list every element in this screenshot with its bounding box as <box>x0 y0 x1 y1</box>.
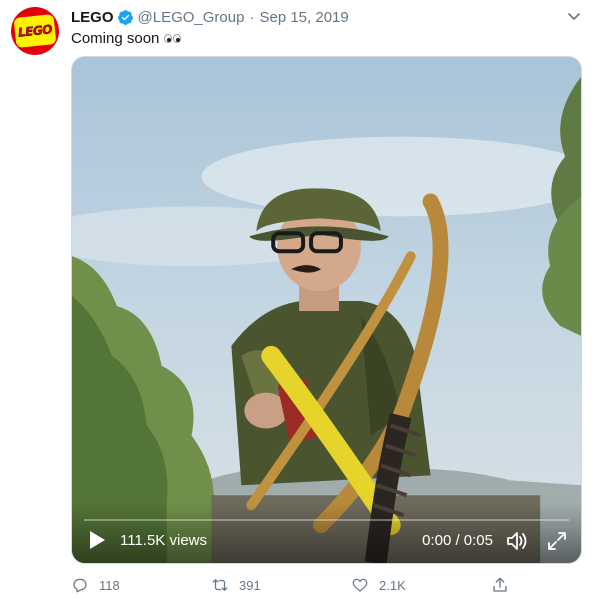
like-button[interactable]: 2.1K <box>351 574 451 596</box>
share-icon <box>493 577 507 592</box>
play-icon[interactable] <box>88 530 106 550</box>
avatar[interactable]: LEGO <box>11 7 59 55</box>
tweet-text: Coming soon <box>71 30 182 47</box>
author-handle[interactable]: @LEGO_Group <box>138 9 245 26</box>
reply-count: 118 <box>99 577 120 593</box>
reply-button[interactable]: 118 <box>71 574 171 596</box>
video-frame <box>72 57 581 563</box>
lego-logo-text: LEGO <box>17 22 53 40</box>
video-progress-bar[interactable] <box>84 519 569 521</box>
tweet-actions: 118 391 2.1K <box>71 574 511 596</box>
retweet-button[interactable]: 391 <box>211 574 311 596</box>
reply-icon <box>73 578 87 593</box>
view-count: 111.5K views <box>120 532 207 549</box>
tweet-date[interactable]: Sep 15, 2019 <box>259 9 348 26</box>
tweet-text-content: Coming soon <box>71 30 160 47</box>
eyes-emoji-icon <box>164 34 182 43</box>
video-player[interactable]: 111.5K views 0:00 / 0:05 <box>71 56 582 564</box>
share-button[interactable] <box>491 574 511 596</box>
like-count: 2.1K <box>379 577 406 593</box>
caret-down-icon[interactable] <box>566 8 582 24</box>
lego-logo: LEGO <box>13 13 57 49</box>
video-controls: 111.5K views 0:00 / 0:05 <box>72 503 581 563</box>
author-name[interactable]: LEGO <box>71 9 114 26</box>
volume-icon[interactable] <box>505 530 529 552</box>
retweet-icon <box>212 579 228 591</box>
verified-badge-icon <box>117 9 133 25</box>
video-time: 0:00 / 0:05 <box>422 532 493 549</box>
retweet-count: 391 <box>239 577 261 593</box>
tweet-header: LEGO @LEGO_Group · Sep 15, 2019 <box>71 7 349 27</box>
separator-dot: · <box>249 8 255 26</box>
like-icon <box>352 578 368 592</box>
fullscreen-icon[interactable] <box>547 531 567 551</box>
